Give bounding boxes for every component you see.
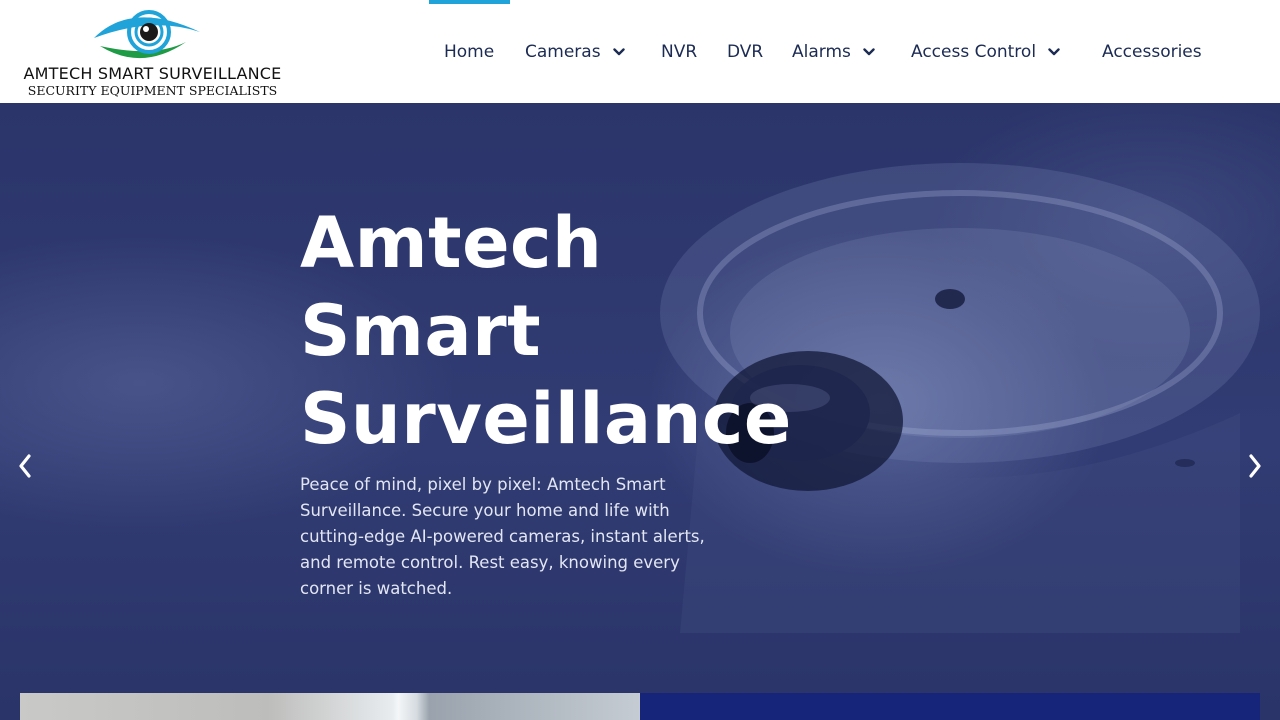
slider-next-button[interactable] — [1240, 451, 1270, 481]
hero-title-line: Smart — [300, 290, 542, 372]
nav-item-label: Home — [444, 41, 495, 62]
nav-item-label: Alarms — [792, 41, 851, 62]
nav-item-label: Accessories — [1102, 41, 1202, 62]
nav-item-home[interactable]: Home — [444, 0, 494, 103]
section-blue-panel — [640, 693, 1260, 720]
chevron-down-icon — [863, 47, 875, 55]
nav-item-accessories[interactable]: Accessories — [1102, 0, 1202, 103]
site-logo[interactable]: AMTECH SMART SURVEILLANCE SECURITY EQUIP… — [20, 0, 290, 103]
nav-item-access-control[interactable]: Access Control — [911, 0, 1060, 103]
nav-item-cameras[interactable]: Cameras — [525, 0, 625, 103]
chevron-right-icon — [1249, 454, 1261, 478]
chevron-left-icon — [19, 454, 31, 478]
nav-item-label: Access Control — [911, 41, 1037, 62]
hero-title-line: Surveillance — [300, 378, 792, 460]
hero-title: Amtech Smart Surveillance — [300, 199, 900, 463]
brand-tagline: SECURITY EQUIPMENT SPECIALISTS — [27, 83, 278, 98]
nav-item-label: NVR — [661, 41, 698, 62]
nav-item-nvr[interactable]: NVR — [661, 0, 697, 103]
nav-item-dvr[interactable]: DVR — [727, 0, 763, 103]
nav-item-label: Cameras — [525, 41, 601, 62]
nav-item-alarms[interactable]: Alarms — [792, 0, 875, 103]
chevron-down-icon — [1048, 47, 1060, 55]
site-header: AMTECH SMART SURVEILLANCE SECURITY EQUIP… — [0, 0, 1280, 103]
nav-item-label: DVR — [727, 41, 764, 62]
slider-prev-button[interactable] — [10, 451, 40, 481]
chevron-down-icon — [612, 47, 625, 55]
hero-slider: Amtech Smart Surveillance Peace of mind,… — [0, 103, 1280, 720]
section-photo-panel — [20, 693, 640, 720]
brand-name: AMTECH SMART SURVEILLANCE — [23, 64, 282, 83]
hero-description: Peace of mind, pixel by pixel: Amtech Sm… — [300, 475, 705, 598]
eye-icon — [94, 10, 200, 59]
hero-title-line: Amtech — [300, 202, 603, 284]
